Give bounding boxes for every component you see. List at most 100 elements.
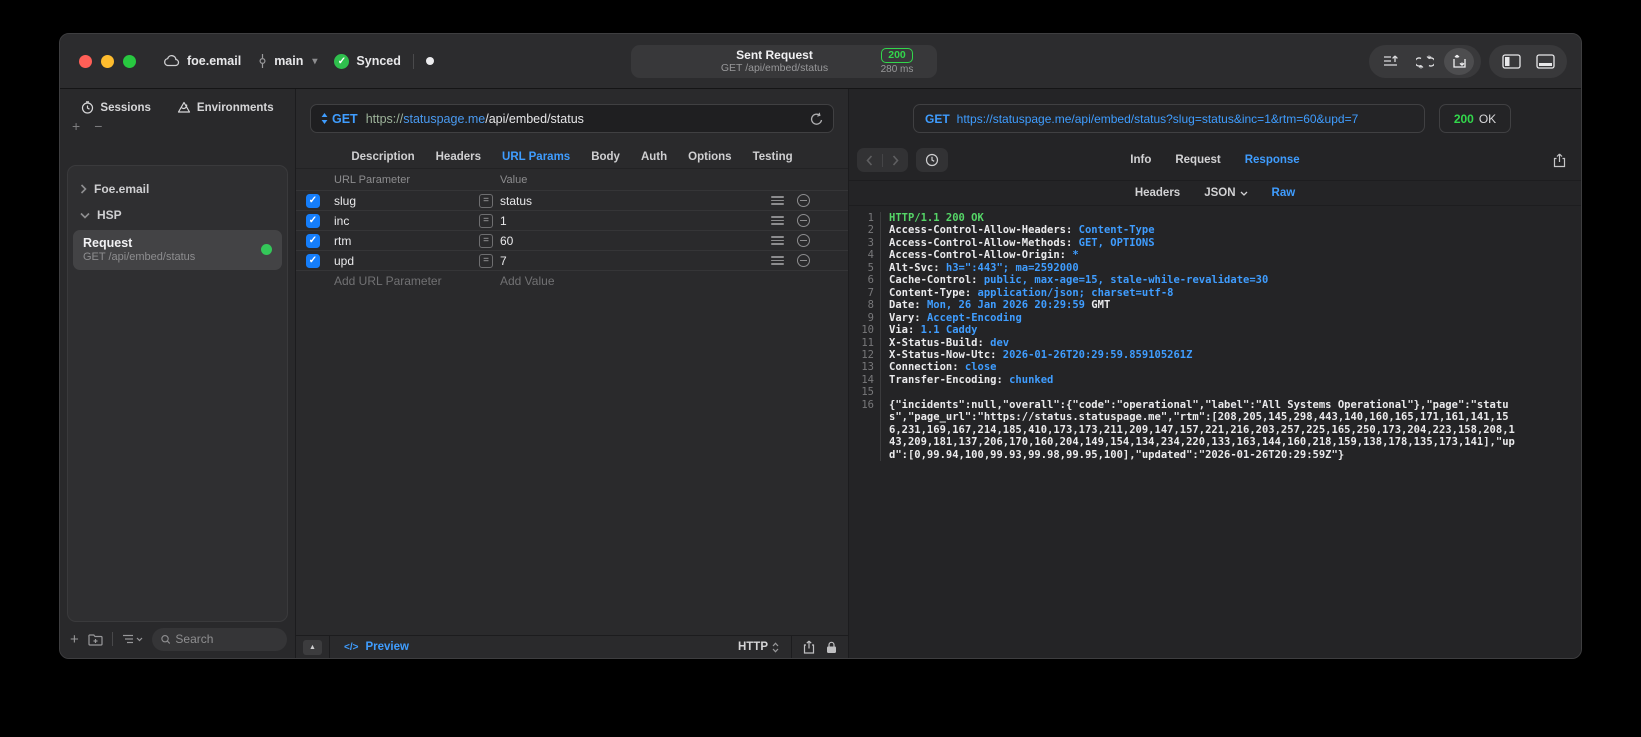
window-controls: [79, 54, 136, 68]
remove-session-button[interactable]: −: [94, 118, 102, 134]
param-checkbox[interactable]: ✓: [306, 213, 320, 228]
tree-group-hsp[interactable]: HSP: [68, 202, 287, 228]
sync-status[interactable]: ✓ Synced: [334, 53, 401, 69]
remove-row-icon[interactable]: [797, 194, 810, 207]
new-request-button[interactable]: +: [70, 631, 79, 648]
tab-info[interactable]: Info: [1130, 154, 1151, 166]
row-menu-icon[interactable]: [771, 234, 784, 247]
collapse-panel-button[interactable]: ▲: [303, 639, 322, 655]
project-menu[interactable]: foe.email: [163, 54, 241, 68]
row-menu-icon[interactable]: [771, 214, 784, 227]
request-url[interactable]: https://statuspage.me/api/embed/status: [366, 112, 584, 126]
code-text: {"incidents":null,"overall":{"code":"ope…: [889, 398, 1515, 461]
branch-menu[interactable]: main ▾: [258, 54, 317, 68]
column-header-value: Value: [500, 173, 528, 186]
minimize-window-button[interactable]: [101, 54, 114, 68]
import-export-button[interactable]: [1444, 48, 1474, 75]
row-menu-icon[interactable]: [771, 254, 784, 267]
param-name[interactable]: rtm: [334, 234, 479, 248]
request-method[interactable]: GET: [332, 112, 358, 126]
request-summary-pill[interactable]: Sent Request GET /api/embed/status 200 2…: [631, 45, 937, 78]
tab-environments[interactable]: Environments: [177, 101, 274, 114]
add-param-value-placeholder[interactable]: Add Value: [479, 274, 758, 288]
remove-row-icon[interactable]: [797, 234, 810, 247]
response-raw-view[interactable]: 1 HTTP/1.1 200 OK 2 Access-Control-Allow-He…: [849, 206, 1581, 658]
line-number: 15: [857, 386, 881, 399]
preview-button[interactable]: </> Preview: [344, 641, 409, 653]
toggle-left-panel-button[interactable]: [1496, 48, 1526, 75]
line-number: 9: [857, 311, 881, 325]
tab-response[interactable]: Response: [1245, 154, 1300, 166]
tab-headers[interactable]: Headers: [436, 151, 481, 163]
sort-filter-button[interactable]: [122, 634, 143, 644]
titlebar-divider: [412, 53, 414, 69]
response-url-row: GET https://statuspage.me/api/embed/stat…: [913, 104, 1511, 133]
tab-auth[interactable]: Auth: [641, 151, 667, 163]
line-number: 11: [857, 336, 881, 349]
row-menu-icon[interactable]: [771, 194, 784, 207]
code-text: Date: Mon, 26 Jan 2026 20:29:59 GMT: [889, 299, 1111, 312]
chevron-right-icon: [80, 184, 87, 194]
line-number: 2: [857, 224, 881, 237]
tab-options[interactable]: Options: [688, 151, 731, 163]
code-text: Access-Control-Allow-Methods: GET, OPTIO…: [889, 236, 1155, 249]
tab-url-params[interactable]: URL Params: [502, 151, 570, 163]
param-checkbox[interactable]: ✓: [306, 233, 320, 248]
subtab-headers[interactable]: Headers: [1135, 187, 1180, 199]
back-icon[interactable]: [857, 154, 882, 166]
request-list-item-selected[interactable]: Request GET /api/embed/status: [73, 230, 282, 270]
code-text: Transfer-Encoding: chunked: [889, 373, 1054, 386]
tab-description[interactable]: Description: [351, 151, 414, 163]
tab-sessions[interactable]: Sessions: [81, 101, 151, 114]
lock-icon[interactable]: [826, 636, 848, 658]
param-row: ✓ slug = status: [296, 191, 848, 211]
remove-row-icon[interactable]: [797, 254, 810, 267]
sync-branches-button[interactable]: [1410, 48, 1440, 75]
refresh-icon[interactable]: [810, 112, 823, 126]
forward-icon[interactable]: [883, 154, 908, 166]
param-checkbox[interactable]: ✓: [306, 253, 320, 268]
param-value[interactable]: 1: [500, 214, 507, 228]
tab-body[interactable]: Body: [591, 151, 620, 163]
history-clock-button[interactable]: [916, 148, 948, 172]
response-toolbar: Info Request Response: [849, 146, 1581, 174]
search-input[interactable]: [175, 632, 278, 646]
response-status-text: OK: [1478, 111, 1497, 126]
param-name[interactable]: upd: [334, 254, 479, 268]
tab-testing[interactable]: Testing: [753, 151, 793, 163]
sent-request-url[interactable]: GET https://statuspage.me/api/embed/stat…: [913, 104, 1425, 133]
code-line: 15: [857, 386, 1581, 399]
param-value[interactable]: 60: [500, 234, 513, 248]
param-name[interactable]: inc: [334, 214, 479, 228]
param-name[interactable]: slug: [334, 194, 479, 208]
tree-group-foe-email[interactable]: Foe.email: [68, 176, 287, 202]
response-status-code: 200: [1453, 111, 1474, 126]
share-icon[interactable]: [1553, 153, 1566, 168]
sort-requests-button[interactable]: [1376, 48, 1406, 75]
tab-request[interactable]: Request: [1175, 154, 1220, 166]
chevron-down-icon: [1240, 191, 1247, 196]
new-folder-icon[interactable]: [88, 633, 103, 646]
zoom-window-button[interactable]: [123, 54, 136, 68]
sidebar-search[interactable]: [151, 627, 287, 651]
code-line: 6 Cache-Control: public, max-age=15, stal…: [857, 274, 1581, 287]
add-session-button[interactable]: +: [72, 118, 80, 134]
environments-icon: [177, 101, 191, 113]
params-header-row: URL Parameter Value: [296, 169, 848, 191]
param-checkbox[interactable]: ✓: [306, 193, 320, 208]
param-row: ✓ rtm = 60: [296, 231, 848, 251]
toggle-bottom-panel-button[interactable]: [1530, 48, 1560, 75]
request-panel: GET https://statuspage.me/api/embed/stat…: [296, 89, 849, 658]
add-param-name-placeholder[interactable]: Add URL Parameter: [334, 274, 479, 288]
share-icon[interactable]: [792, 636, 826, 658]
method-selector-icon[interactable]: [321, 113, 328, 124]
param-value[interactable]: status: [500, 194, 532, 208]
remove-row-icon[interactable]: [797, 214, 810, 227]
subtab-json[interactable]: JSON: [1204, 187, 1247, 199]
param-value[interactable]: 7: [500, 254, 507, 268]
chevron-down-icon: ▾: [312, 55, 318, 67]
request-url-bar[interactable]: GET https://statuspage.me/api/embed/stat…: [310, 104, 834, 133]
close-window-button[interactable]: [79, 54, 92, 68]
protocol-selector[interactable]: HTTP: [726, 641, 791, 653]
subtab-raw[interactable]: Raw: [1272, 187, 1296, 199]
